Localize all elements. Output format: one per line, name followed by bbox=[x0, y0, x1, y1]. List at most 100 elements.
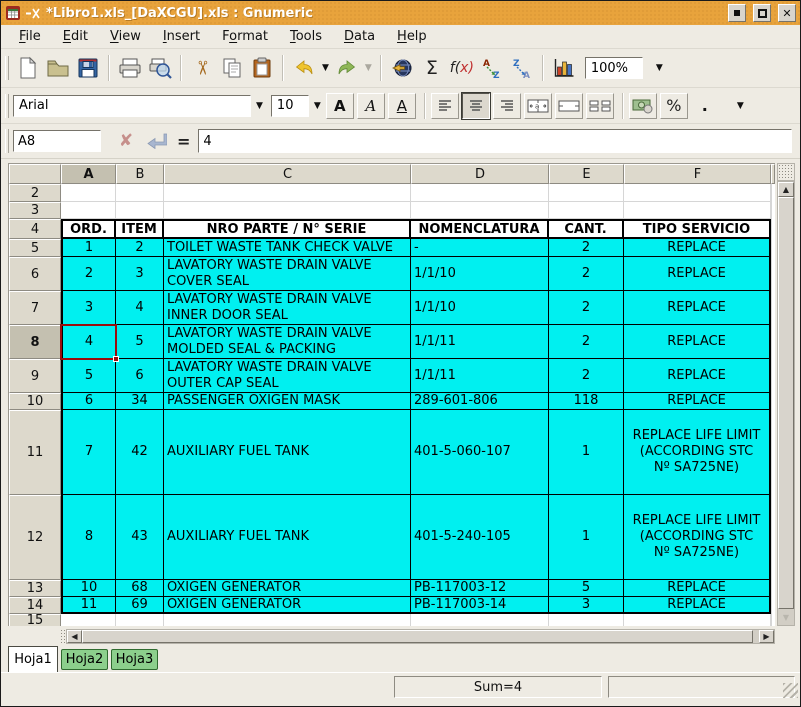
center-across-selection-button[interactable]: a bbox=[524, 93, 552, 119]
menu-view[interactable]: View bbox=[102, 26, 149, 47]
cell-name-box[interactable]: A8 bbox=[13, 130, 101, 152]
cell-F12[interactable]: REPLACE LIFE LIMIT (ACCORDING STC Nº SA7… bbox=[624, 495, 771, 580]
vertical-scrollbar[interactable]: ▲ ▼ bbox=[777, 163, 795, 626]
cell-E4[interactable]: CANT. bbox=[549, 219, 624, 239]
sort-ascending-button[interactable]: A Z bbox=[477, 53, 507, 83]
paste-button[interactable] bbox=[247, 53, 277, 83]
cell-D7[interactable]: 1/1/10 bbox=[411, 291, 549, 325]
cell-C14[interactable]: OXIGEN GENERATOR bbox=[164, 597, 411, 614]
menu-data[interactable]: Data bbox=[336, 26, 383, 47]
cell-D9[interactable]: 1/1/11 bbox=[411, 359, 549, 393]
row-header-6[interactable]: 6 bbox=[9, 257, 61, 291]
cell-D13[interactable]: PB-117003-12 bbox=[411, 580, 549, 597]
cell-F4[interactable]: TIPO SERVICIO bbox=[624, 219, 771, 239]
cell-B5[interactable]: 2 bbox=[116, 239, 164, 257]
cell-A5[interactable]: 1 bbox=[61, 239, 116, 257]
toolbar-grip[interactable] bbox=[5, 129, 9, 153]
scroll-right-button[interactable]: ▶ bbox=[759, 630, 774, 643]
cell-E7[interactable]: 2 bbox=[549, 291, 624, 325]
cell-D14[interactable]: PB-117003-14 bbox=[411, 597, 549, 614]
cell-B12[interactable]: 43 bbox=[116, 495, 164, 580]
row-header-12[interactable]: 12 bbox=[9, 495, 61, 580]
cell-B11[interactable]: 42 bbox=[116, 410, 164, 495]
cell-F11[interactable]: REPLACE LIFE LIMIT (ACCORDING STC Nº SA7… bbox=[624, 410, 771, 495]
cell-F7[interactable]: REPLACE bbox=[624, 291, 771, 325]
sum-button[interactable]: Σ bbox=[417, 53, 447, 83]
row-header-13[interactable]: 13 bbox=[9, 580, 61, 597]
underline-button[interactable]: A bbox=[388, 93, 416, 119]
vertical-scrollbar-track[interactable]: ▲ ▼ bbox=[777, 181, 795, 626]
menu-file[interactable]: File bbox=[11, 26, 49, 47]
row-header-11[interactable]: 11 bbox=[9, 410, 61, 495]
cell-C13[interactable]: OXIGEN GENERATOR bbox=[164, 580, 411, 597]
cell-E6[interactable]: 2 bbox=[549, 257, 624, 291]
cell-A13[interactable]: 10 bbox=[61, 580, 116, 597]
row-header-14[interactable]: 14 bbox=[9, 597, 61, 614]
cell-C6[interactable]: LAVATORY WASTE DRAIN VALVE COVER SEAL bbox=[164, 257, 411, 291]
cell-D8[interactable]: 1/1/11 bbox=[411, 325, 549, 359]
percent-format-button[interactable]: % bbox=[660, 93, 688, 119]
font-name-dropdown-icon[interactable]: ▼ bbox=[251, 101, 268, 111]
font-name-combobox[interactable]: Arial bbox=[13, 95, 251, 117]
cut-button[interactable]: ✂ bbox=[187, 53, 217, 83]
scroll-up-button[interactable]: ▲ bbox=[778, 182, 794, 197]
hyperlink-button[interactable] bbox=[387, 53, 417, 83]
accept-edit-button[interactable] bbox=[141, 128, 171, 154]
font-size-combobox[interactable]: 10 bbox=[271, 95, 309, 117]
split-cells-button[interactable] bbox=[586, 93, 614, 119]
cell-F9[interactable]: REPLACE bbox=[624, 359, 771, 393]
cell-A11[interactable]: 7 bbox=[61, 410, 116, 495]
cell-E5[interactable]: 2 bbox=[549, 239, 624, 257]
column-header-B[interactable]: B bbox=[116, 164, 164, 184]
align-center-button[interactable] bbox=[462, 93, 490, 119]
row-header-9[interactable]: 9 bbox=[9, 359, 61, 393]
undo-button[interactable] bbox=[289, 53, 319, 83]
cell-E11[interactable]: 1 bbox=[549, 410, 624, 495]
cell-A9[interactable]: 5 bbox=[61, 359, 116, 393]
print-button[interactable] bbox=[115, 53, 145, 83]
cell-E14[interactable]: 3 bbox=[549, 597, 624, 614]
cell-C4[interactable]: NRO PARTE / N° SERIE bbox=[164, 219, 411, 239]
cell-B4[interactable]: ITEM bbox=[116, 219, 164, 239]
cell-D6[interactable]: 1/1/10 bbox=[411, 257, 549, 291]
cell-A12[interactable]: 8 bbox=[61, 495, 116, 580]
cell-B7[interactable]: 4 bbox=[116, 291, 164, 325]
cell-B8[interactable]: 5 bbox=[116, 325, 164, 359]
cell-C8[interactable]: LAVATORY WASTE DRAIN VALVE MOLDED SEAL &… bbox=[164, 325, 411, 359]
cell-F13[interactable]: REPLACE bbox=[624, 580, 771, 597]
align-right-button[interactable] bbox=[493, 93, 521, 119]
zoom-combobox[interactable]: 100% bbox=[585, 57, 643, 79]
column-header-F[interactable]: F bbox=[624, 164, 771, 184]
cell-F6[interactable]: REPLACE bbox=[624, 257, 771, 291]
redo-dropdown[interactable]: ▼ bbox=[362, 63, 375, 73]
menu-help[interactable]: Help bbox=[389, 26, 435, 47]
column-header-D[interactable]: D bbox=[411, 164, 549, 184]
cell-D12[interactable]: 401-5-240-105 bbox=[411, 495, 549, 580]
close-button[interactable]: ✕ bbox=[778, 4, 796, 22]
menu-edit[interactable]: Edit bbox=[55, 26, 96, 47]
window-resize-grip[interactable] bbox=[783, 683, 798, 698]
select-all-corner[interactable] bbox=[9, 164, 61, 184]
cell-B14[interactable]: 69 bbox=[116, 597, 164, 614]
cell-C5[interactable]: TOILET WASTE TANK CHECK VALVE bbox=[164, 239, 411, 257]
cell-E9[interactable]: 2 bbox=[549, 359, 624, 393]
formula-input[interactable]: 4 bbox=[198, 129, 792, 153]
cell-E10[interactable]: 118 bbox=[549, 393, 624, 410]
cell-A7[interactable]: 3 bbox=[61, 291, 116, 325]
cell-C12[interactable]: AUXILIARY FUEL TANK bbox=[164, 495, 411, 580]
copy-button[interactable] bbox=[217, 53, 247, 83]
zoom-dropdown-icon[interactable]: ▼ bbox=[651, 63, 668, 73]
cell-C10[interactable]: PASSENGER OXIGEN MASK bbox=[164, 393, 411, 410]
undo-dropdown[interactable]: ▼ bbox=[319, 63, 332, 73]
cell-A10[interactable]: 6 bbox=[61, 393, 116, 410]
cell-E12[interactable]: 1 bbox=[549, 495, 624, 580]
menu-insert[interactable]: Insert bbox=[155, 26, 208, 47]
function-button[interactable]: f(x) bbox=[447, 53, 477, 83]
merge-cells-button[interactable] bbox=[555, 93, 583, 119]
cell-E13[interactable]: 5 bbox=[549, 580, 624, 597]
cell-C11[interactable]: AUXILIARY FUEL TANK bbox=[164, 410, 411, 495]
cell-A6[interactable]: 2 bbox=[61, 257, 116, 291]
scroll-left-button[interactable]: ◀ bbox=[67, 630, 82, 643]
tab-hoja1[interactable]: Hoja1 bbox=[8, 646, 58, 672]
bold-button[interactable]: A bbox=[326, 93, 354, 119]
